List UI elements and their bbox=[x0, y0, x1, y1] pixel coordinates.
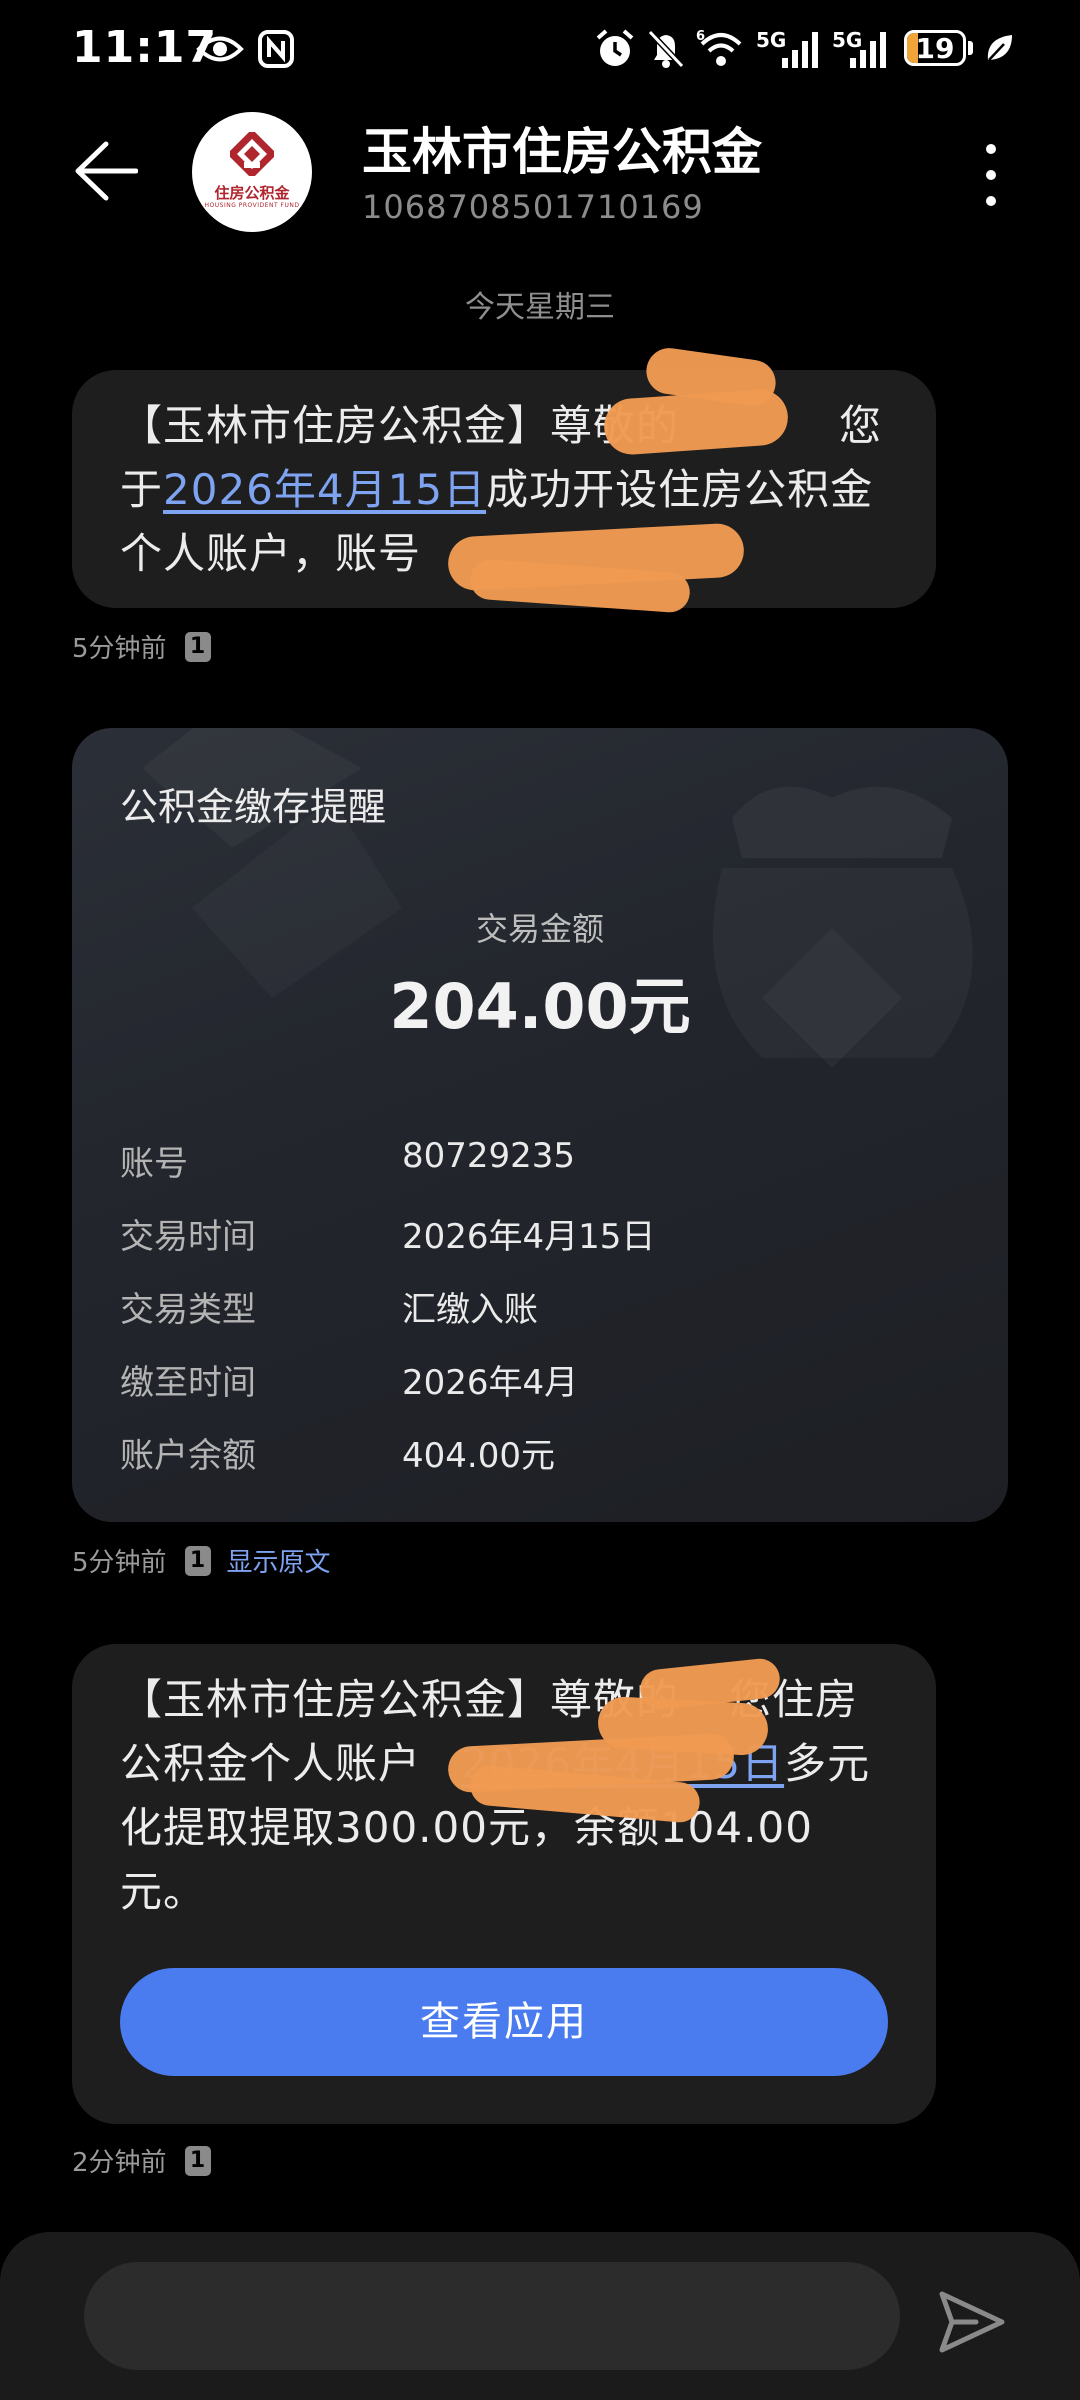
battery-nub bbox=[968, 41, 973, 55]
date-link[interactable]: 2026年4月15日 bbox=[163, 465, 486, 514]
card-row-transaction-type: 交易类型 汇缴入账 bbox=[120, 1282, 960, 1342]
sim-badge: 1 bbox=[184, 631, 211, 662]
view-app-button[interactable]: 查看应用 bbox=[120, 1968, 888, 2076]
bell-off-icon bbox=[647, 29, 685, 69]
amount-label: 交易金额 bbox=[475, 910, 604, 948]
row-value: 2026年4月15日 bbox=[402, 1217, 656, 1257]
message-meta: 2分钟前 1 bbox=[72, 2142, 211, 2179]
message-text-segment: 【玉林市住房公积金】尊敬的 bbox=[120, 1675, 680, 1724]
eye-icon bbox=[196, 36, 244, 62]
battery-percent: 19 bbox=[915, 32, 955, 65]
message-bubble[interactable]: 【玉林市住房公积金】尊敬的您住房公积金个人账户2026年4月15日多元化提取提取… bbox=[72, 1644, 936, 2124]
sim-badge: 1 bbox=[184, 1545, 211, 1576]
back-arrow-icon[interactable] bbox=[72, 138, 138, 204]
row-value: 2026年4月 bbox=[402, 1363, 579, 1403]
sim-badge: 1 bbox=[184, 2145, 211, 2176]
card-row-account: 账号 80729235 bbox=[120, 1136, 960, 1196]
more-options-icon[interactable] bbox=[978, 140, 1004, 210]
card-row-paid-until: 缴至时间 2026年4月 bbox=[120, 1355, 960, 1415]
alarm-icon bbox=[596, 29, 634, 66]
message-time: 2分钟前 bbox=[72, 2148, 167, 2178]
sender-number: 1068708501710169 bbox=[362, 188, 704, 226]
row-label: 交易时间 bbox=[120, 1217, 256, 1257]
deposit-reminder-card[interactable]: 公积金缴存提醒 交易金额 204.00元 账号 80729235 交易时间 20… bbox=[72, 728, 1008, 1522]
housing-fund-logo bbox=[230, 132, 274, 176]
conversation-title: 玉林市住房公积金 bbox=[362, 123, 762, 181]
message-composer bbox=[0, 2232, 1080, 2400]
wifi-icon: 6 bbox=[696, 29, 742, 66]
signal-icon bbox=[850, 32, 886, 68]
nfc-icon bbox=[258, 30, 294, 68]
sms-conversation-screen: 11:17 6 5G 5G 19 住房公积金 HOUSING PROVIDENT… bbox=[0, 0, 1080, 2400]
row-value: 80729235 bbox=[402, 1136, 576, 1176]
show-original-link[interactable]: 显示原文 bbox=[227, 1542, 331, 1579]
row-value: 404.00元 bbox=[402, 1436, 555, 1476]
row-label: 账户余额 bbox=[120, 1436, 256, 1476]
battery-icon: 19 bbox=[904, 30, 966, 66]
row-label: 缴至时间 bbox=[120, 1363, 256, 1403]
status-bar: 11:17 6 5G 5G 19 bbox=[0, 0, 1080, 100]
message-time: 5分钟前 bbox=[72, 634, 167, 664]
card-title: 公积金缴存提醒 bbox=[120, 785, 387, 829]
date-separator: 今天星期三 bbox=[465, 290, 615, 325]
row-value: 汇缴入账 bbox=[402, 1290, 538, 1330]
avatar-title: 住房公积金 bbox=[214, 184, 290, 202]
send-icon[interactable] bbox=[936, 2286, 1008, 2358]
message-meta: 5分钟前 1 显示原文 bbox=[72, 1542, 331, 1579]
leaf-icon bbox=[987, 35, 1012, 61]
signal-icon bbox=[782, 32, 818, 68]
message-time: 5分钟前 bbox=[72, 1548, 167, 1578]
avatar-subtitle: HOUSING PROVIDENT FUND bbox=[204, 202, 300, 209]
row-label: 交易类型 bbox=[120, 1290, 256, 1330]
message-text-segment: 【玉林市住房公积金】尊敬的 bbox=[120, 401, 680, 450]
card-row-transaction-time: 交易时间 2026年4月15日 bbox=[120, 1209, 960, 1269]
transaction-amount: 204.00元 bbox=[389, 970, 691, 1043]
row-label: 账号 bbox=[120, 1144, 188, 1184]
card-row-balance: 账户余额 404.00元 bbox=[120, 1428, 960, 1488]
message-input[interactable] bbox=[84, 2262, 900, 2370]
contact-avatar[interactable]: 住房公积金 HOUSING PROVIDENT FUND bbox=[192, 112, 312, 232]
message-meta: 5分钟前 1 bbox=[72, 628, 211, 665]
